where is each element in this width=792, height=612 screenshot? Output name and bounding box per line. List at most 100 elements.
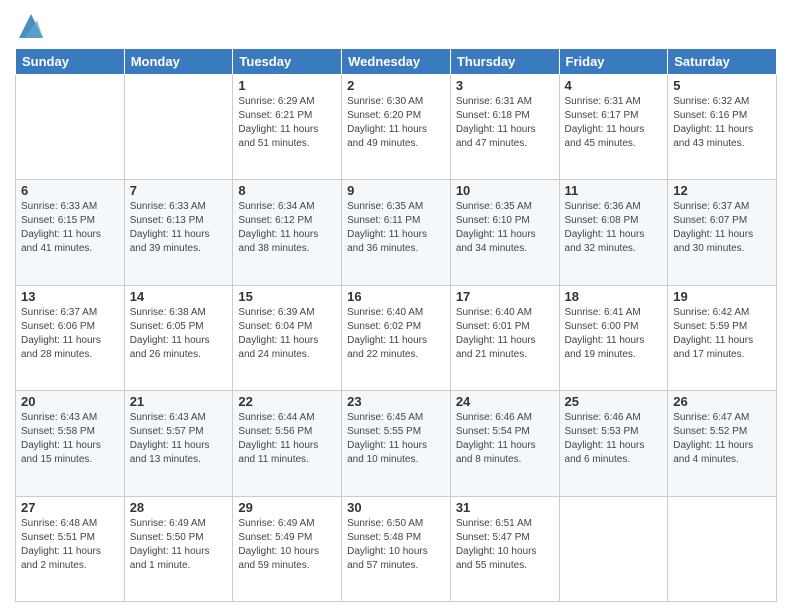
sunrise-text: Sunrise: 6:35 AM <box>456 201 532 212</box>
calendar-cell: 6Sunrise: 6:33 AMSunset: 6:15 PMDaylight… <box>16 180 125 285</box>
calendar-cell: 1 Sunrise: 6:29 AMSunset: 6:21 PMDaylight… <box>233 75 342 180</box>
sunset-text: Sunset: 5:55 PM <box>347 426 421 437</box>
calendar-cell: 28Sunrise: 6:49 AMSunset: 5:50 PMDayligh… <box>124 496 233 601</box>
daylight-text: Daylight: 11 hours and 47 minutes. <box>456 124 536 149</box>
day-info: Sunrise: 6:51 AMSunset: 5:47 PMDaylight:… <box>456 517 554 573</box>
daylight-text: Daylight: 11 hours and 38 minutes. <box>238 229 318 254</box>
day-info: Sunrise: 6:48 AMSunset: 5:51 PMDaylight:… <box>21 517 119 573</box>
day-number: 16 <box>347 289 445 304</box>
day-number: 11 <box>565 183 663 198</box>
calendar-cell <box>16 75 125 180</box>
sunrise-text: Sunrise: 6:40 AM <box>347 307 423 318</box>
sunset-text: Sunset: 5:53 PM <box>565 426 639 437</box>
daylight-text: Daylight: 11 hours and 15 minutes. <box>21 440 101 465</box>
header <box>15 10 777 42</box>
sunset-text: Sunset: 6:08 PM <box>565 215 639 226</box>
daylight-text: Daylight: 11 hours and 26 minutes. <box>130 335 210 360</box>
sunset-text: Sunset: 6:21 PM <box>238 110 312 121</box>
calendar-cell: 8Sunrise: 6:34 AMSunset: 6:12 PMDaylight… <box>233 180 342 285</box>
daylight-text: Daylight: 11 hours and 28 minutes. <box>21 335 101 360</box>
daylight-text: Daylight: 11 hours and 22 minutes. <box>347 335 427 360</box>
sunrise-text: Sunrise: 6:46 AM <box>456 412 532 423</box>
calendar-cell <box>559 496 668 601</box>
daylight-text: Daylight: 10 hours and 57 minutes. <box>347 546 428 571</box>
calendar-cell: 4Sunrise: 6:31 AMSunset: 6:17 PMDaylight… <box>559 75 668 180</box>
day-info: Sunrise: 6:49 AMSunset: 5:49 PMDaylight:… <box>238 517 336 573</box>
day-number: 14 <box>130 289 228 304</box>
sunset-text: Sunset: 6:00 PM <box>565 321 639 332</box>
calendar-cell: 30Sunrise: 6:50 AMSunset: 5:48 PMDayligh… <box>342 496 451 601</box>
day-number: 10 <box>456 183 554 198</box>
sunset-text: Sunset: 5:51 PM <box>21 532 95 543</box>
sunset-text: Sunset: 6:04 PM <box>238 321 312 332</box>
sunrise-text: Sunrise: 6:37 AM <box>673 201 749 212</box>
calendar-cell: 15Sunrise: 6:39 AMSunset: 6:04 PMDayligh… <box>233 285 342 390</box>
calendar-cell: 5Sunrise: 6:32 AMSunset: 6:16 PMDaylight… <box>668 75 777 180</box>
col-header-wednesday: Wednesday <box>342 49 451 75</box>
day-info: Sunrise: 6:38 AMSunset: 6:05 PMDaylight:… <box>130 306 228 362</box>
day-info: Sunrise: 6:29 AMSunset: 6:21 PMDaylight:… <box>238 95 336 151</box>
day-info: Sunrise: 6:30 AMSunset: 6:20 PMDaylight:… <box>347 95 445 151</box>
calendar-cell: 2Sunrise: 6:30 AMSunset: 6:20 PMDaylight… <box>342 75 451 180</box>
calendar-cell: 22Sunrise: 6:44 AMSunset: 5:56 PMDayligh… <box>233 391 342 496</box>
day-info: Sunrise: 6:50 AMSunset: 5:48 PMDaylight:… <box>347 517 445 573</box>
day-number: 21 <box>130 394 228 409</box>
calendar-cell: 7Sunrise: 6:33 AMSunset: 6:13 PMDaylight… <box>124 180 233 285</box>
day-number: 31 <box>456 500 554 515</box>
calendar-cell: 21Sunrise: 6:43 AMSunset: 5:57 PMDayligh… <box>124 391 233 496</box>
day-number: 26 <box>673 394 771 409</box>
calendar-cell: 11 Sunrise: 6:36 AMSunset: 6:08 PMDayligh… <box>559 180 668 285</box>
day-number: 1 <box>238 78 336 93</box>
daylight-text: Daylight: 11 hours and 32 minutes. <box>565 229 645 254</box>
daylight-text: Daylight: 11 hours and 36 minutes. <box>347 229 427 254</box>
sunset-text: Sunset: 6:05 PM <box>130 321 204 332</box>
logo-icon <box>15 10 47 42</box>
calendar-week-row: 27Sunrise: 6:48 AMSunset: 5:51 PMDayligh… <box>16 496 777 601</box>
sunset-text: Sunset: 6:13 PM <box>130 215 204 226</box>
calendar-cell: 24Sunrise: 6:46 AMSunset: 5:54 PMDayligh… <box>450 391 559 496</box>
day-number: 13 <box>21 289 119 304</box>
day-number: 18 <box>565 289 663 304</box>
calendar-cell: 26Sunrise: 6:47 AMSunset: 5:52 PMDayligh… <box>668 391 777 496</box>
day-info: Sunrise: 6:34 AMSunset: 6:12 PMDaylight:… <box>238 200 336 256</box>
sunrise-text: Sunrise: 6:46 AM <box>565 412 641 423</box>
daylight-text: Daylight: 11 hours and 43 minutes. <box>673 124 753 149</box>
day-info: Sunrise: 6:32 AMSunset: 6:16 PMDaylight:… <box>673 95 771 151</box>
sunrise-text: Sunrise: 6:37 AM <box>21 307 97 318</box>
day-info: Sunrise: 6:35 AMSunset: 6:11 PMDaylight:… <box>347 200 445 256</box>
sunrise-text: Sunrise: 6:30 AM <box>347 96 423 107</box>
day-number: 4 <box>565 78 663 93</box>
calendar-cell: 23Sunrise: 6:45 AMSunset: 5:55 PMDayligh… <box>342 391 451 496</box>
sunrise-text: Sunrise: 6:44 AM <box>238 412 314 423</box>
day-number: 19 <box>673 289 771 304</box>
calendar-week-row: 6Sunrise: 6:33 AMSunset: 6:15 PMDaylight… <box>16 180 777 285</box>
calendar-cell: 19 Sunrise: 6:42 AMSunset: 5:59 PMDayligh… <box>668 285 777 390</box>
sunrise-text: Sunrise: 6:47 AM <box>673 412 749 423</box>
day-info: Sunrise: 6:44 AM Sunset: 5:56 PM Daylight:… <box>238 411 336 467</box>
sunset-text: Sunset: 6:07 PM <box>673 215 747 226</box>
day-info: Sunrise: 6:37 AMSunset: 6:07 PMDaylight:… <box>673 200 771 256</box>
day-number: 15 <box>238 289 336 304</box>
day-number: 6 <box>21 183 119 198</box>
calendar-cell: 27Sunrise: 6:48 AMSunset: 5:51 PMDayligh… <box>16 496 125 601</box>
sunrise-text: Sunrise: 6:40 AM <box>456 307 532 318</box>
day-info: Sunrise: 6:40 AMSunset: 6:02 PMDaylight:… <box>347 306 445 362</box>
sunset-text: Sunset: 5:56 PM <box>238 426 312 437</box>
day-info: Sunrise: 6:42 AMSunset: 5:59 PMDaylight:… <box>673 306 771 362</box>
day-number: 9 <box>347 183 445 198</box>
day-info: Sunrise: 6:36 AMSunset: 6:08 PMDaylight:… <box>565 200 663 256</box>
daylight-text: Daylight: 11 hours and 11 minutes. <box>238 440 318 465</box>
sunset-text: Sunset: 5:54 PM <box>456 426 530 437</box>
sunrise-text: Sunrise: 6:41 AM <box>565 307 641 318</box>
sunset-text: Sunset: 6:12 PM <box>238 215 312 226</box>
daylight-text: Daylight: 11 hours and 10 minutes. <box>347 440 427 465</box>
sunrise-text: Sunrise: 6:49 AM <box>238 518 314 529</box>
logo <box>15 10 50 42</box>
calendar-cell: 31 Sunrise: 6:51 AMSunset: 5:47 PMDayligh… <box>450 496 559 601</box>
calendar-cell: 3Sunrise: 6:31 AMSunset: 6:18 PMDaylight… <box>450 75 559 180</box>
daylight-text: Daylight: 11 hours and 45 minutes. <box>565 124 645 149</box>
col-header-monday: Monday <box>124 49 233 75</box>
day-info: Sunrise: 6:31 AMSunset: 6:18 PMDaylight:… <box>456 95 554 151</box>
sunset-text: Sunset: 6:10 PM <box>456 215 530 226</box>
sunrise-text: Sunrise: 6:39 AM <box>238 307 314 318</box>
